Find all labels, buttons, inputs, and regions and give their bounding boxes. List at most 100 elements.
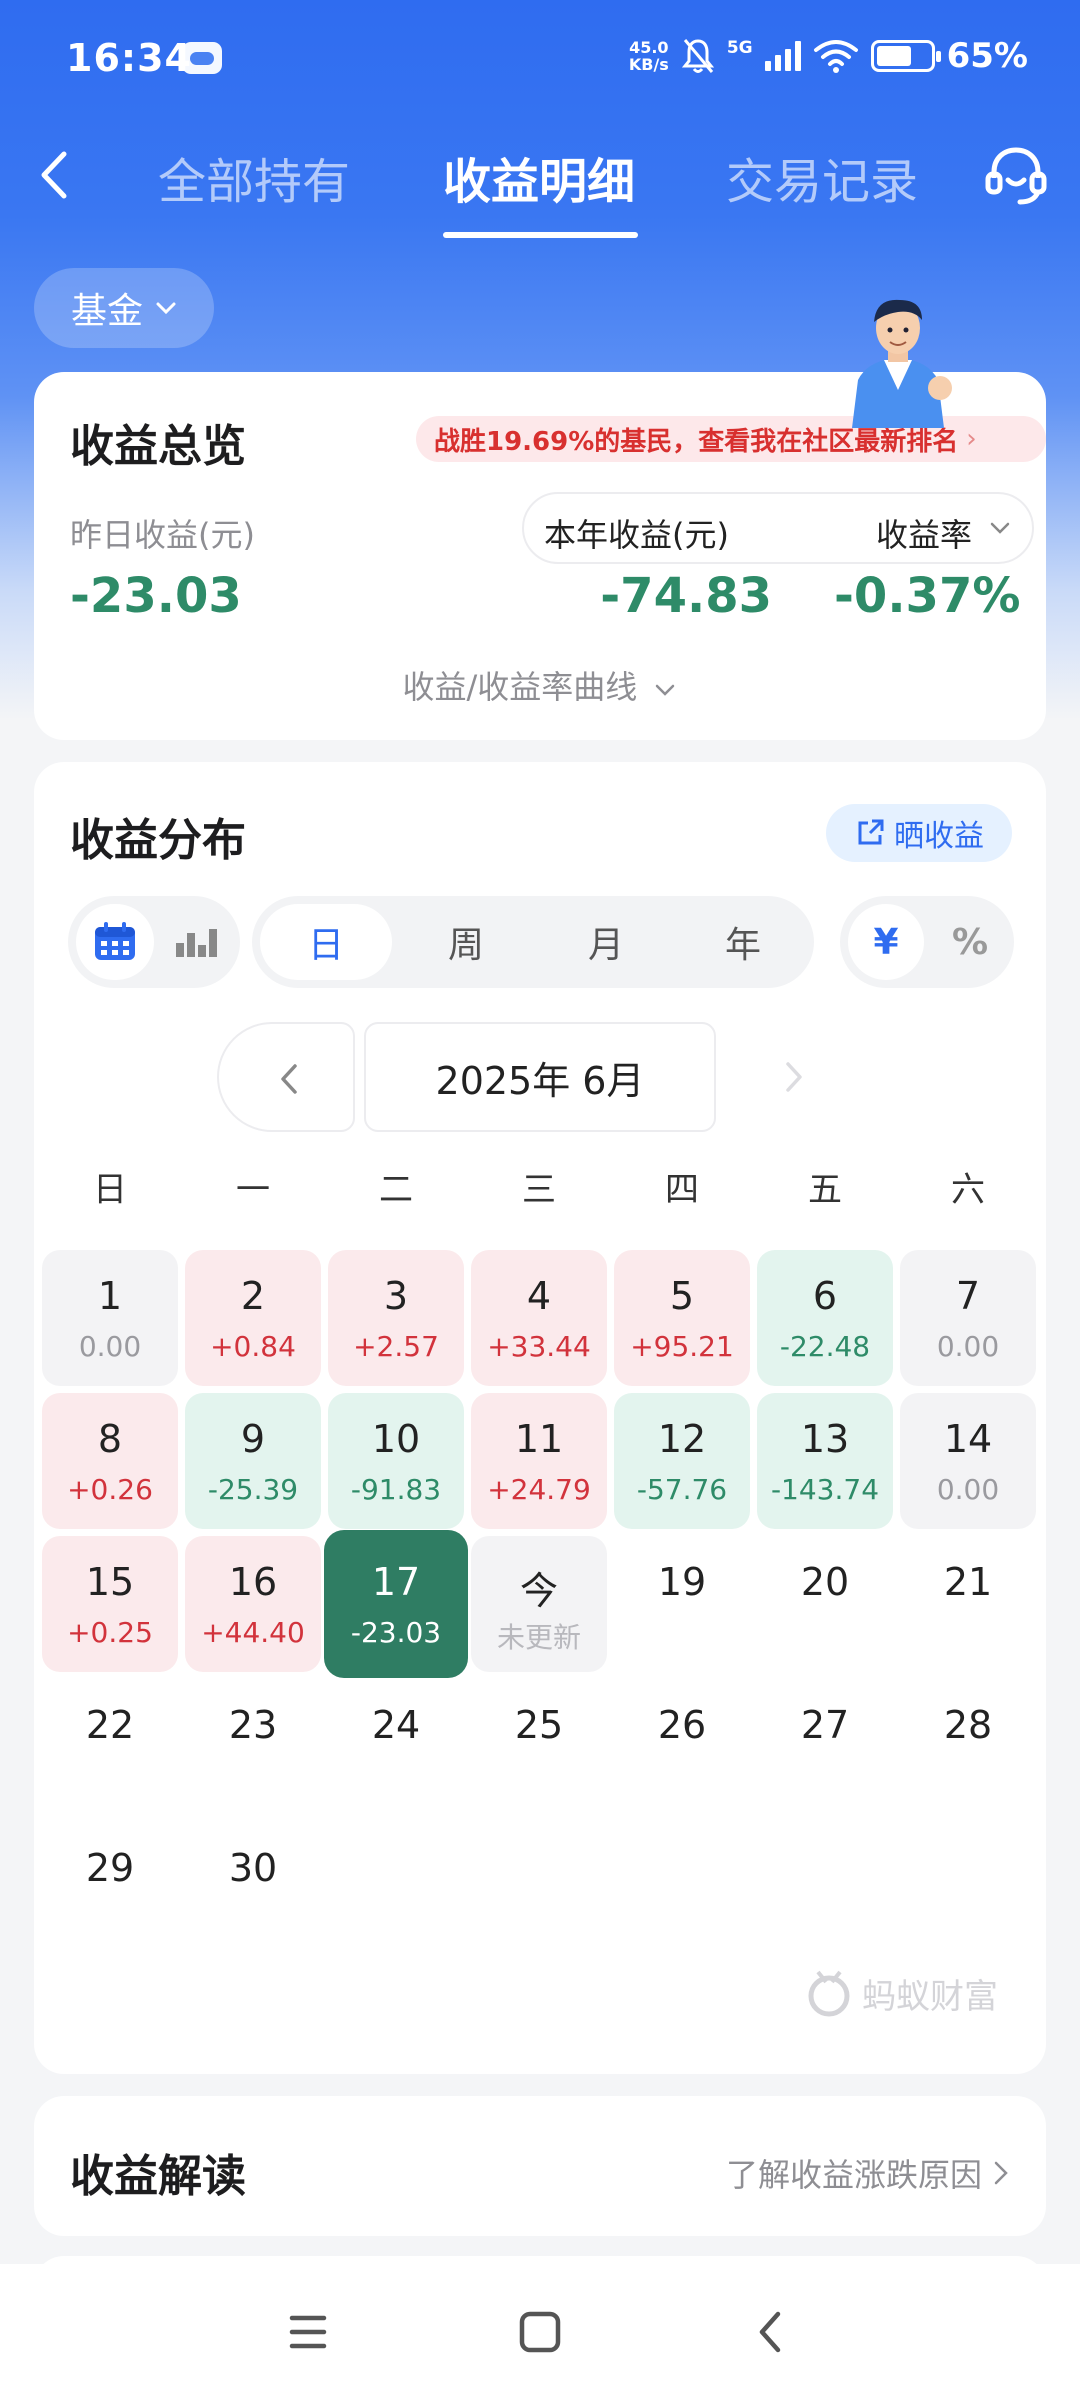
period-day[interactable]: 日: [260, 904, 392, 980]
weekday-label: 二: [379, 1170, 413, 1210]
net-speed-value: 45.0: [629, 38, 669, 57]
unit-percent[interactable]: %: [932, 904, 1008, 980]
earnings-curve-toggle[interactable]: 收益/收益率曲线: [34, 662, 1046, 708]
calendar-day[interactable]: 13 -143.74: [757, 1393, 893, 1529]
day-earnings: +0.25: [67, 1616, 153, 1649]
interpretation-link[interactable]: 了解收益涨跌原因: [726, 2150, 1010, 2196]
calendar-day[interactable]: 12 -57.76: [614, 1393, 750, 1529]
current-month-label: 2025年 6月: [364, 1022, 716, 1132]
calendar-day[interactable]: 5 +95.21: [614, 1250, 750, 1386]
calendar-day[interactable]: 27: [757, 1679, 893, 1815]
wifi-icon: [813, 40, 858, 73]
calendar-day[interactable]: 19: [614, 1536, 750, 1672]
day-number: 13: [800, 1417, 850, 1461]
day-number: 5: [669, 1274, 695, 1318]
calendar-day[interactable]: 9 -25.39: [185, 1393, 321, 1529]
calendar-day[interactable]: 6 -22.48: [757, 1250, 893, 1386]
calendar-day[interactable]: 25: [471, 1679, 607, 1815]
calendar-day[interactable]: 15 +0.25: [42, 1536, 178, 1672]
day-number: 3: [383, 1274, 409, 1318]
calendar-day[interactable]: 28: [900, 1679, 1036, 1815]
chevron-right-icon: [994, 2161, 1008, 2185]
day-earnings: 未更新: [496, 1621, 581, 1654]
share-icon: [858, 819, 884, 845]
interpretation-title: 收益解读: [70, 2151, 246, 2202]
day-number: 25: [514, 1703, 564, 1747]
day-earnings: +0.84: [210, 1330, 296, 1363]
weekday-label: 日: [93, 1170, 127, 1210]
period-week[interactable]: 周: [400, 904, 532, 980]
period-metric-selector[interactable]: 本年收益(元) 收益率: [522, 492, 1034, 564]
cloud-icon: [182, 42, 222, 74]
day-earnings: 0.00: [936, 1330, 1000, 1363]
calendar-day[interactable]: 3 +2.57: [328, 1250, 464, 1386]
day-number: 30: [228, 1846, 278, 1890]
menu-icon[interactable]: [278, 2302, 338, 2362]
unit-amount[interactable]: ¥: [848, 904, 924, 980]
previous-month-button[interactable]: [217, 1022, 355, 1132]
calendar-day[interactable]: 4 +33.44: [471, 1250, 607, 1386]
weekday-label: 三: [522, 1170, 556, 1210]
day-number: 16: [228, 1560, 278, 1604]
calendar-day[interactable]: 14 0.00: [900, 1393, 1036, 1529]
day-number: 20: [800, 1560, 850, 1604]
period-month[interactable]: 月: [540, 904, 672, 980]
tab-earnings-detail[interactable]: 收益明细: [443, 142, 635, 212]
system-back-icon[interactable]: [742, 2302, 802, 2362]
calendar-day[interactable]: 8 +0.26: [42, 1393, 178, 1529]
yesterday-earnings-value: -23.03: [70, 568, 242, 624]
yesterday-earnings-label: 昨日收益(元): [70, 516, 255, 554]
day-number: 19: [657, 1560, 707, 1604]
period-selector: 日 周 月 年: [252, 896, 814, 988]
weekday-label: 五: [808, 1170, 842, 1210]
day-number: 6: [812, 1274, 838, 1318]
calendar-day[interactable]: 22: [42, 1679, 178, 1815]
calendar-day[interactable]: 7 0.00: [900, 1250, 1036, 1386]
calendar-day[interactable]: 23: [185, 1679, 321, 1815]
period-year[interactable]: 年: [680, 904, 806, 980]
calendar-day[interactable]: 16 +44.40: [185, 1536, 321, 1672]
unit-toggle: ¥ %: [840, 896, 1014, 988]
home-square-icon[interactable]: [510, 2302, 570, 2362]
day-number: 今: [519, 1569, 558, 1613]
calendar-day[interactable]: 24: [328, 1679, 464, 1815]
calendar-day[interactable]: 26: [614, 1679, 750, 1815]
tab-transactions[interactable]: 交易记录: [726, 142, 918, 212]
brand-watermark: 蚂蚁财富: [804, 1968, 998, 2018]
return-rate-value: -0.37%: [834, 568, 1021, 624]
chevron-down-icon: [156, 302, 176, 315]
day-earnings: -57.76: [636, 1473, 728, 1506]
calendar-view-button[interactable]: [76, 904, 154, 980]
calendar-day[interactable]: 11 +24.79: [471, 1393, 607, 1529]
bar-chart-view-button[interactable]: [158, 904, 234, 980]
calendar-day[interactable]: 1 0.00: [42, 1250, 178, 1386]
calendar-day[interactable]: 29: [42, 1822, 178, 1958]
return-rate-label: 收益率: [875, 516, 972, 554]
chevron-down-icon: [656, 684, 675, 696]
chevron-down-icon: [990, 522, 1010, 534]
annual-earnings-label: 本年收益(元): [544, 516, 729, 554]
mascot-illustration: [852, 299, 952, 428]
calendar-day[interactable]: 10 -91.83: [328, 1393, 464, 1529]
curve-toggle-label: 收益/收益率曲线: [402, 668, 638, 706]
calendar-day[interactable]: 21: [900, 1536, 1036, 1672]
day-earnings: 0.00: [936, 1473, 1000, 1506]
calendar-day[interactable]: 20: [757, 1536, 893, 1672]
day-earnings: -25.39: [207, 1473, 299, 1506]
back-icon[interactable]: [30, 140, 80, 210]
next-month-button[interactable]: [728, 1022, 878, 1132]
active-tab-indicator: [443, 232, 638, 238]
share-earnings-button[interactable]: 晒收益: [826, 804, 1012, 862]
tab-all-holdings[interactable]: 全部持有: [158, 142, 350, 212]
net-speed: 45.0 KB/s: [629, 39, 669, 73]
earnings-interpretation-card[interactable]: 收益解读 了解收益涨跌原因: [34, 2096, 1046, 2236]
day-number: 23: [228, 1703, 278, 1747]
chevron-left-icon: [281, 1064, 297, 1094]
calendar-day-selected[interactable]: 17 -23.03: [324, 1530, 468, 1678]
calendar-day-today[interactable]: 今未更新: [471, 1536, 607, 1672]
calendar-day[interactable]: 2 +0.84: [185, 1250, 321, 1386]
fund-filter-dropdown[interactable]: 基金: [34, 268, 214, 348]
ant-logo-icon: [808, 1970, 850, 2017]
calendar-day[interactable]: 30: [185, 1822, 321, 1958]
customer-service-icon[interactable]: [980, 140, 1052, 212]
